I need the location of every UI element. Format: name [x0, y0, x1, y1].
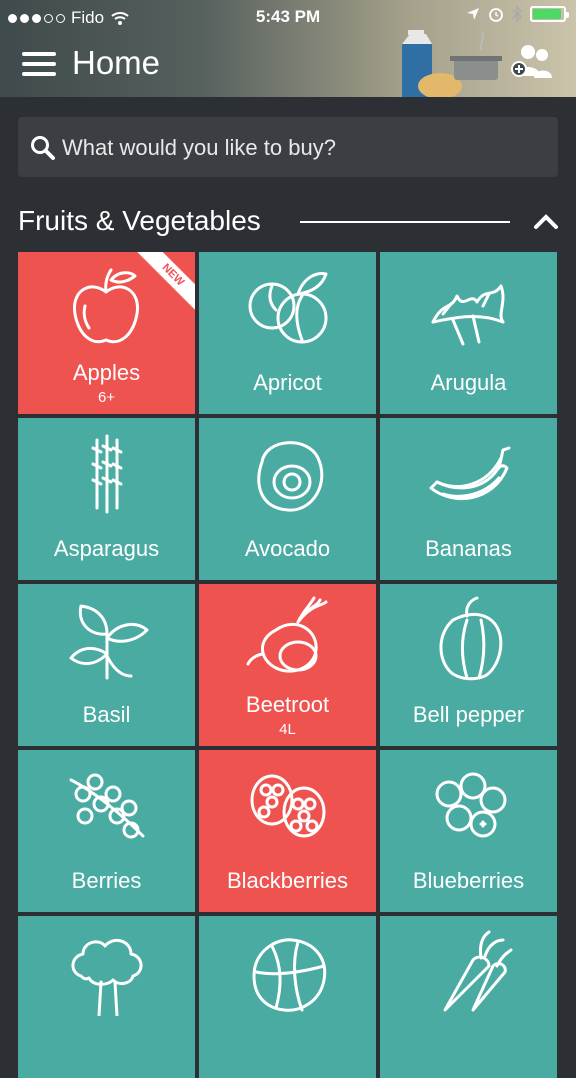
alarm-icon [489, 8, 503, 22]
add-contact-icon[interactable] [506, 42, 554, 82]
product-tile-asparagus[interactable]: Asparagus [18, 418, 195, 580]
tile-label: Asparagus [53, 536, 160, 561]
tile-quantity: 6+ [97, 389, 116, 406]
apple-icon [61, 262, 151, 352]
product-tile-beetroot[interactable]: Beetroot 4L [199, 584, 376, 746]
product-tile-carrot[interactable] [380, 916, 557, 1078]
broccoli-icon [61, 926, 151, 1018]
product-tile-bell-pepper[interactable]: Bell pepper [380, 584, 557, 746]
product-tile-apricot[interactable]: Apricot [199, 252, 376, 414]
product-tile-broccoli[interactable] [18, 916, 195, 1078]
chevron-up-icon[interactable] [532, 212, 560, 230]
section-title: Fruits & Vegetables [18, 205, 261, 236]
search-bar[interactable]: What would you like to buy? [18, 117, 558, 177]
product-tile-blackberries[interactable]: Blackberries [199, 750, 376, 912]
product-tile-blueberries[interactable]: Blueberries [380, 750, 557, 912]
apricot-icon [242, 262, 332, 352]
berries-icon [61, 760, 151, 850]
tile-label: Avocado [244, 536, 331, 561]
bluetooth-icon [512, 6, 522, 22]
menu-button[interactable] [22, 52, 56, 78]
tile-label: Apricot [253, 370, 322, 395]
product-tile-basil[interactable]: Basil [18, 584, 195, 746]
tile-label: Bananas [425, 536, 512, 561]
tile-label: Blackberries [226, 868, 349, 893]
product-tile-apples[interactable]: Apples 6+ NEW [18, 252, 195, 414]
section-divider [300, 221, 510, 223]
tile-label: Blueberries [412, 868, 525, 893]
tile-label: Bell pepper [412, 702, 525, 727]
blackberry-icon [242, 760, 332, 850]
blueberry-icon [423, 760, 513, 850]
battery-icon [530, 6, 569, 22]
tile-label: Basil [82, 702, 131, 727]
tile-label: Beetroot [245, 692, 330, 717]
tile-label: Arugula [430, 370, 507, 395]
product-tile-arugula[interactable]: Arugula [380, 252, 557, 414]
location-arrow-icon [467, 8, 479, 20]
banana-icon [423, 428, 513, 518]
page-title: Home [72, 44, 161, 81]
beetroot-icon [242, 594, 332, 684]
status-bar: Fido 5:43 PM [0, 0, 576, 34]
bell-pepper-icon [423, 594, 513, 684]
basil-icon [61, 594, 151, 684]
asparagus-icon [61, 428, 151, 518]
kitchen-illustration-icon [402, 30, 502, 97]
search-input[interactable]: What would you like to buy? [62, 135, 336, 161]
product-tile-avocado[interactable]: Avocado [199, 418, 376, 580]
product-tile-cabbage[interactable] [199, 916, 376, 1078]
tile-quantity: 4L [279, 721, 296, 738]
product-tile-bananas[interactable]: Bananas [380, 418, 557, 580]
product-tile-berries[interactable]: Berries [18, 750, 195, 912]
tile-label: Berries [71, 868, 142, 893]
cabbage-icon [242, 926, 332, 1016]
carrot-icon [423, 926, 513, 1016]
arugula-icon [423, 262, 513, 352]
avocado-icon [242, 428, 332, 518]
search-icon [31, 136, 55, 160]
tile-label: Apples [72, 360, 141, 385]
product-grid: Apples 6+ NEW Apricot Arugula Asparagus Avocad… [18, 252, 557, 1078]
